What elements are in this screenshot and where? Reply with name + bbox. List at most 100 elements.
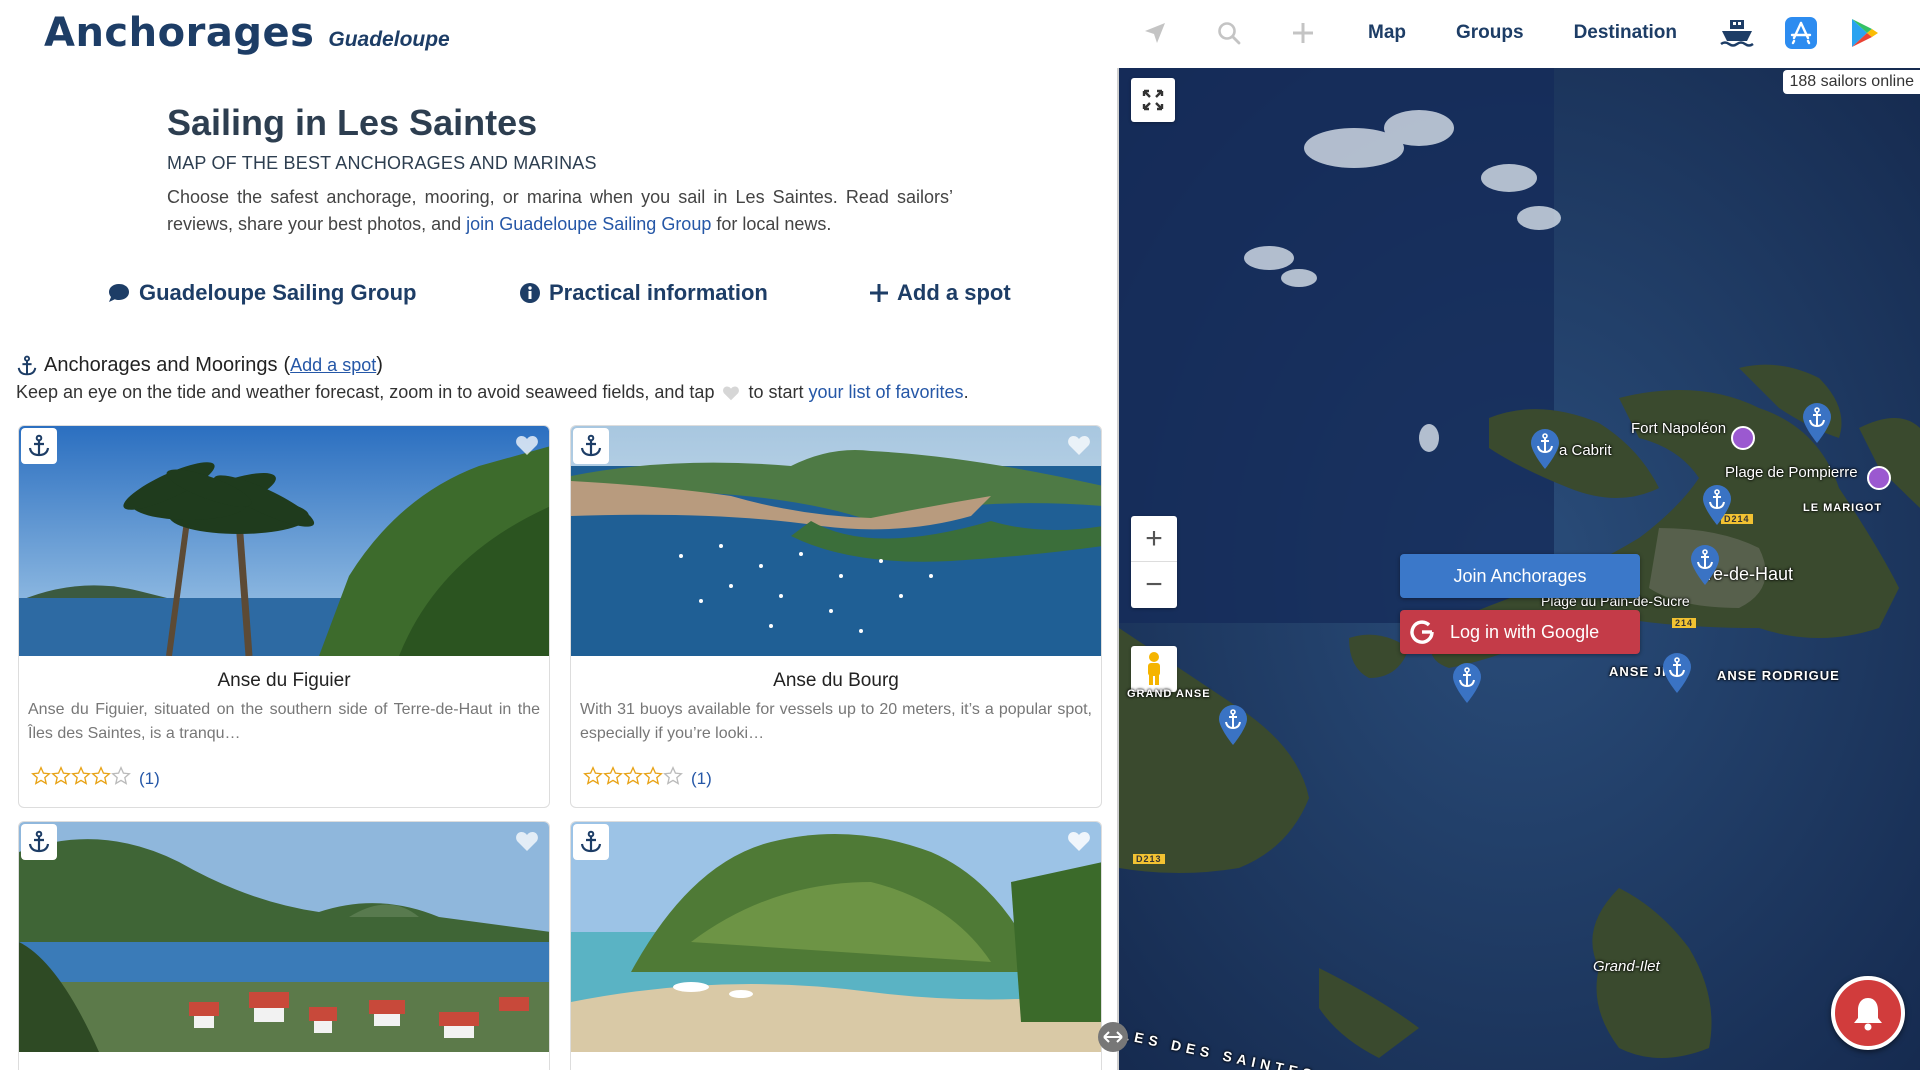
- heart-icon: [723, 386, 740, 401]
- star-filled-icon: [603, 766, 623, 785]
- anchor-icon: [28, 830, 50, 853]
- spot-photo[interactable]: [19, 426, 549, 656]
- join-anchorages-button[interactable]: Join Anchorages: [1400, 554, 1640, 598]
- section-add-link[interactable]: Add a spot: [290, 355, 376, 375]
- sailing-group-label: Guadeloupe Sailing Group: [139, 280, 417, 305]
- anchor-icon: [28, 434, 50, 457]
- monument-marker-icon[interactable]: [1731, 426, 1755, 450]
- resize-handle-icon[interactable]: [1098, 1022, 1128, 1052]
- anchorage-pin[interactable]: [1801, 402, 1833, 444]
- map-label-grand-anse: GRAND ANSE: [1127, 688, 1211, 700]
- map-label-rodrigue: ANSE RODRIGUE: [1717, 668, 1840, 683]
- page-intro: Choose the safest anchorage, mooring, or…: [167, 184, 953, 238]
- section-heading: Anchorages and Moorings (Add a spot): [16, 354, 383, 377]
- anchorage-pin[interactable]: [1701, 484, 1733, 526]
- search-icon[interactable]: [1214, 18, 1244, 48]
- zoom-in-button[interactable]: +: [1131, 516, 1177, 562]
- star-filled-icon: [643, 766, 663, 785]
- anchorage-pin[interactable]: [1451, 662, 1483, 704]
- star-empty-icon: [663, 766, 683, 785]
- google-play-icon[interactable]: [1846, 14, 1884, 52]
- star-filled-icon: [31, 766, 51, 785]
- spot-card[interactable]: Anse du Figuier Anse du Figuier, situate…: [18, 425, 550, 808]
- spot-description: With 31 buoys available for vessels up t…: [580, 701, 1092, 742]
- practical-info-label: Practical information: [549, 280, 768, 305]
- brand-logo[interactable]: Anchorages Guadeloupe: [44, 10, 450, 56]
- zoom-control: + −: [1131, 516, 1177, 608]
- info-circle-icon: [520, 283, 540, 303]
- chat-bubble-icon: [109, 284, 129, 302]
- content-pane: Sailing in Les Saintes Map of the best a…: [0, 68, 1118, 1070]
- spot-description: Anse du Figuier, situated on the souther…: [28, 701, 540, 742]
- sailing-group-button[interactable]: Guadeloupe Sailing Group: [107, 280, 416, 306]
- star-filled-icon: [51, 766, 71, 785]
- desc-before: Keep an eye on the tide and weather fore…: [16, 382, 720, 402]
- section-title: Anchorages and Moorings: [44, 354, 278, 376]
- notification-bell-icon[interactable]: [1831, 976, 1905, 1050]
- anchorage-pin[interactable]: [1529, 428, 1561, 470]
- road-shield: D213: [1133, 854, 1165, 864]
- plus-icon: [870, 284, 888, 302]
- practical-info-button[interactable]: Practical information: [519, 280, 768, 306]
- favorite-heart-icon[interactable]: [515, 830, 539, 857]
- nav-groups[interactable]: Groups: [1456, 22, 1524, 44]
- brand-name: Anchorages: [44, 10, 315, 56]
- sailors-online-badge: 188 sailors online: [1783, 70, 1920, 94]
- locate-arrow-icon[interactable]: [1140, 18, 1170, 48]
- spot-photo[interactable]: [571, 426, 1101, 656]
- brand-region: Guadeloupe: [328, 28, 450, 51]
- map-label-fort: Fort Napoléon: [1631, 420, 1727, 437]
- map-label-grand-ilet: Grand-Ilet: [1593, 958, 1660, 975]
- favorite-heart-icon[interactable]: [515, 434, 539, 461]
- anchor-badge: [573, 824, 609, 860]
- spot-photo[interactable]: [571, 822, 1101, 1052]
- fullscreen-icon[interactable]: [1131, 78, 1175, 122]
- favorites-link[interactable]: your list of favorites: [809, 382, 964, 402]
- rating-stars: [583, 766, 683, 791]
- star-filled-icon: [623, 766, 643, 785]
- road-shield: 214: [1672, 618, 1697, 628]
- section-add-wrap: (Add a spot): [283, 354, 383, 376]
- join-group-link[interactable]: join Guadeloupe Sailing Group: [466, 214, 711, 234]
- spot-photo[interactable]: [19, 822, 549, 1052]
- review-count[interactable]: (1): [139, 769, 160, 789]
- add-spot-button[interactable]: Add a spot: [869, 280, 1011, 306]
- review-count[interactable]: (1): [691, 769, 712, 789]
- map-view[interactable]: 188 sailors online + − a Cabrit Fort Nap…: [1119, 68, 1920, 1070]
- anchor-badge: [573, 428, 609, 464]
- spot-title[interactable]: Anse du Bourg: [571, 670, 1101, 692]
- google-login-button[interactable]: Log in with Google: [1400, 610, 1640, 654]
- app-store-icon[interactable]: [1782, 14, 1820, 52]
- top-header: Anchorages Guadeloupe Map Groups Destina…: [0, 0, 1920, 68]
- spot-card[interactable]: [570, 821, 1102, 1070]
- star-filled-icon: [71, 766, 91, 785]
- plus-icon[interactable]: [1288, 18, 1318, 48]
- zoom-out-button[interactable]: −: [1131, 562, 1177, 608]
- google-login-label: Log in with Google: [1450, 621, 1600, 642]
- page-title: Sailing in Les Saintes: [167, 102, 538, 143]
- anchor-badge: [21, 428, 57, 464]
- desc-end: .: [963, 382, 969, 402]
- map-label-marigot: LE MARIGOT: [1803, 502, 1883, 514]
- map-label-cabrit: a Cabrit: [1559, 442, 1612, 459]
- anchorage-pin[interactable]: [1689, 544, 1721, 586]
- camera-marker-icon[interactable]: [1867, 466, 1891, 490]
- anchor-badge: [21, 824, 57, 860]
- street-view-pegman-icon[interactable]: [1131, 646, 1177, 692]
- anchorage-pin[interactable]: [1217, 704, 1249, 746]
- desc-middle: to start: [743, 382, 809, 402]
- favorite-heart-icon[interactable]: [1067, 434, 1091, 461]
- nav-map[interactable]: Map: [1368, 22, 1406, 44]
- spot-card[interactable]: Anse du Bourg With 31 buoys available fo…: [570, 425, 1102, 808]
- anchor-icon: [17, 355, 37, 375]
- spot-rating: (1): [19, 756, 549, 807]
- add-spot-label: Add a spot: [897, 280, 1011, 305]
- star-filled-icon: [91, 766, 111, 785]
- boat-icon[interactable]: [1718, 14, 1756, 52]
- favorite-heart-icon[interactable]: [1067, 830, 1091, 857]
- spot-rating: (1): [571, 756, 1101, 807]
- nav-destination[interactable]: Destination: [1574, 22, 1677, 44]
- spot-card[interactable]: [18, 821, 550, 1070]
- anchorage-pin[interactable]: [1661, 652, 1693, 694]
- spot-title[interactable]: Anse du Figuier: [19, 670, 549, 692]
